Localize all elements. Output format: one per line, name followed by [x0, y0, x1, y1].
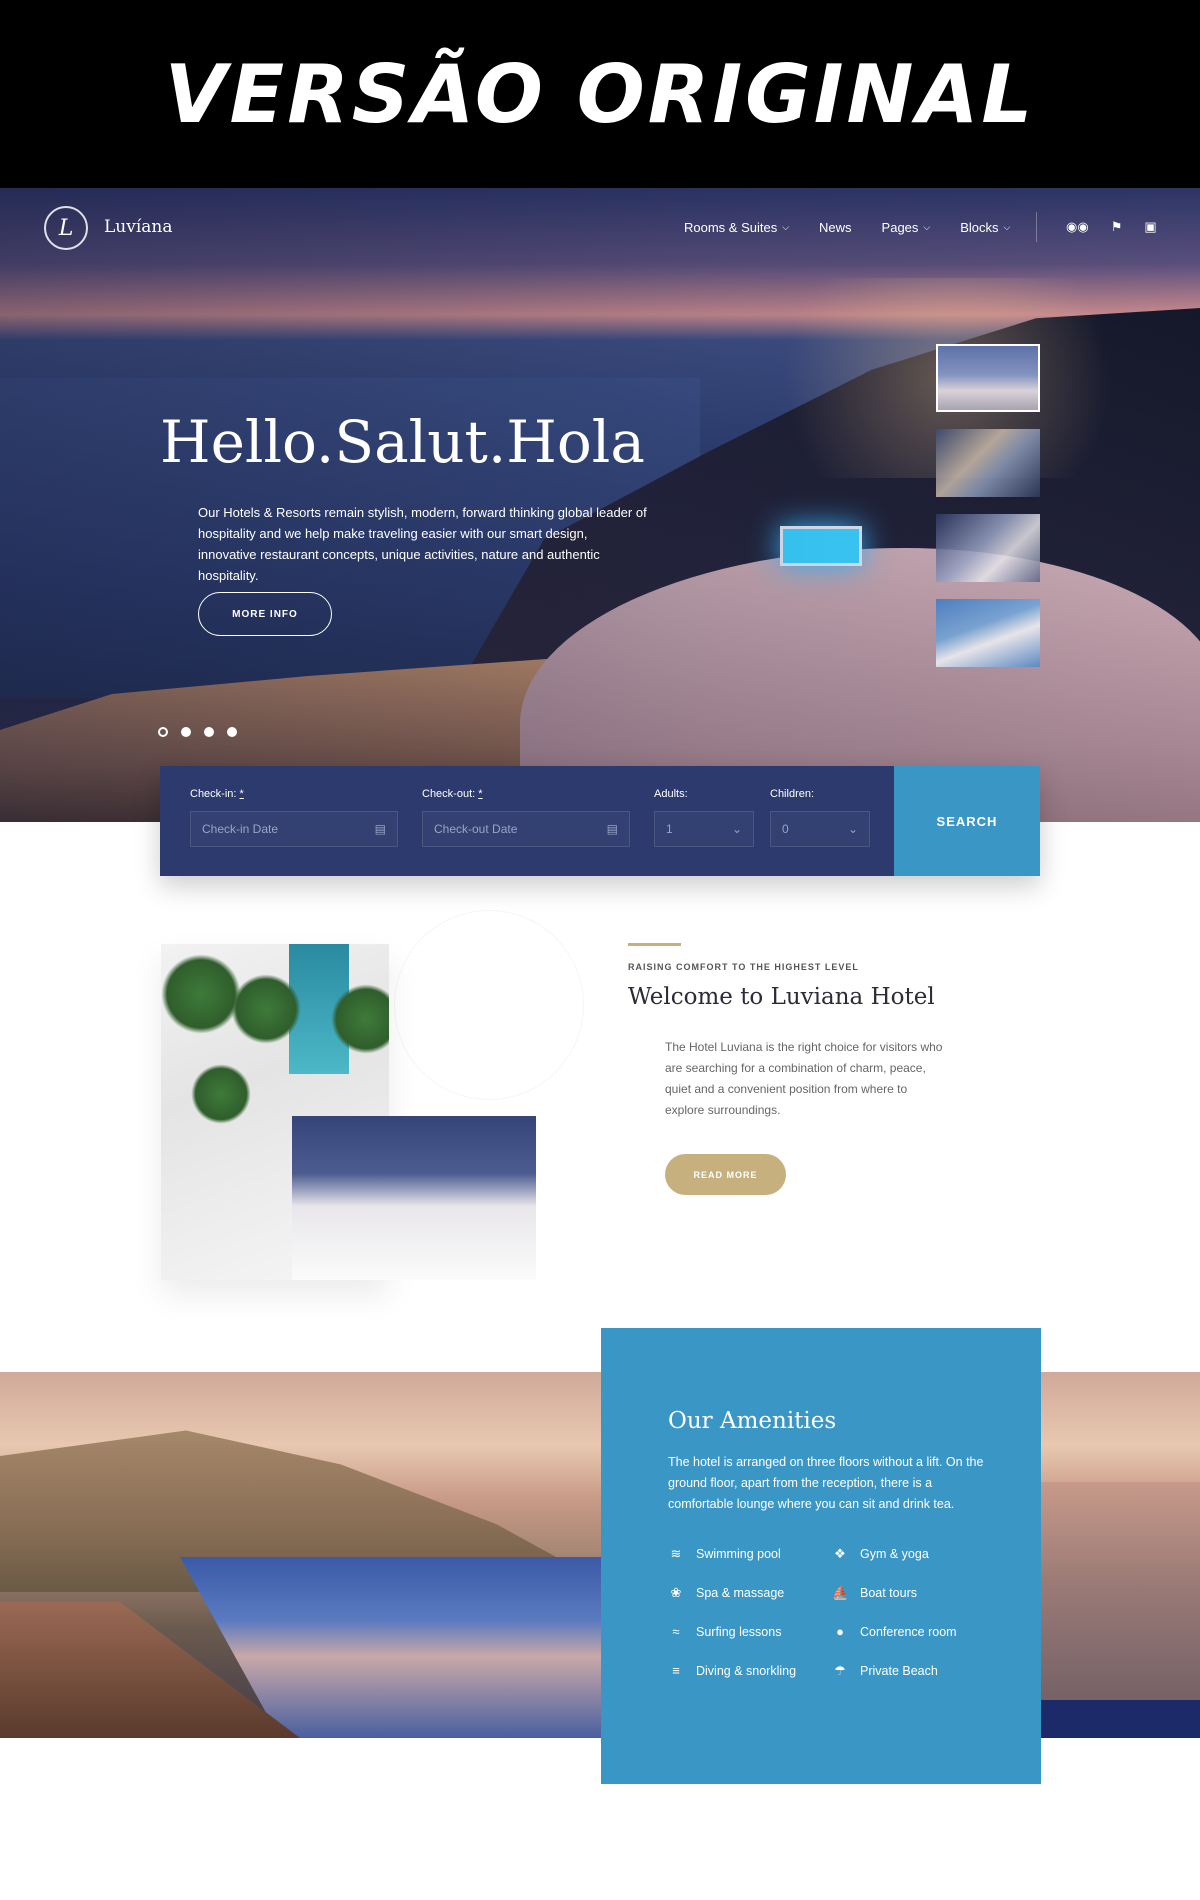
- slider-dot-1[interactable]: [158, 727, 168, 737]
- children-label: Children:: [770, 788, 815, 800]
- checkout-input[interactable]: Check-out Date ▤: [422, 811, 630, 847]
- chevron-down-icon: ⌄: [847, 822, 858, 836]
- welcome-text: The Hotel Luviana is the right choice fo…: [665, 1040, 943, 1117]
- chevron-down-icon: ⌵: [923, 222, 931, 232]
- welcome-title: Welcome to Luviana Hotel: [628, 984, 935, 1010]
- checkin-field: Check-in: * Check-in Date ▤: [190, 788, 398, 847]
- instagram-icon[interactable]: ▣: [1144, 219, 1156, 235]
- umbrella-icon: ☂: [834, 1662, 846, 1678]
- slider-dot-2[interactable]: [181, 727, 191, 737]
- nav-item-label: Pages: [881, 220, 919, 235]
- more-info-button[interactable]: MORE INFO: [198, 592, 332, 636]
- amenity-item: ❀ Spa & massage: [668, 1584, 832, 1601]
- chevron-down-icon: ⌵: [1003, 222, 1011, 232]
- amenities-title: Our Amenities: [668, 1408, 837, 1434]
- foursquare-icon[interactable]: ⚑: [1111, 219, 1123, 235]
- nav-item-news[interactable]: News: [819, 220, 852, 235]
- dumbbell-icon: ❖: [834, 1545, 846, 1561]
- read-more-button[interactable]: READ MORE: [665, 1154, 786, 1195]
- watermark-emblem: [394, 910, 584, 1100]
- microphone-icon: ●: [836, 1624, 844, 1639]
- nav-menu: Rooms & Suites ⌵ News Pages ⌵ Blocks ⌵: [684, 220, 1010, 235]
- booking-form: Check-in: * Check-in Date ▤ Check-out: *…: [160, 766, 1040, 876]
- checkout-label: Check-out: *: [422, 788, 483, 800]
- amenity-label: Swimming pool: [696, 1546, 781, 1561]
- pool-icon: ≋: [670, 1545, 682, 1561]
- amenity-item: ≋ Swimming pool: [668, 1545, 832, 1562]
- slider-thumbnail-4[interactable]: [936, 599, 1040, 667]
- hero-title: Hello.Salut.Hola: [160, 408, 645, 476]
- nav-divider: [1036, 212, 1037, 242]
- amenity-item: ❖ Gym & yoga: [832, 1545, 996, 1562]
- amenity-item: ⛵ Boat tours: [832, 1584, 996, 1601]
- search-button[interactable]: SEARCH: [894, 766, 1040, 876]
- nav-item-label: Blocks: [960, 220, 999, 235]
- amenity-label: Surfing lessons: [696, 1624, 782, 1639]
- nav-item-rooms-suites[interactable]: Rooms & Suites ⌵: [684, 220, 789, 235]
- calendar-icon: ▤: [606, 822, 618, 836]
- hero-description: Our Hotels & Resorts remain stylish, mod…: [198, 505, 647, 583]
- children-field: Children: 0 ⌄: [770, 788, 870, 847]
- logo-name[interactable]: Luvíana: [104, 217, 173, 237]
- lotus-icon: ❀: [670, 1584, 682, 1600]
- chevron-down-icon: ⌄: [731, 822, 742, 836]
- slider-dot-4[interactable]: [227, 727, 237, 737]
- slider-thumbnails: [936, 344, 1040, 667]
- adults-value: 1: [666, 822, 673, 836]
- welcome-eyebrow: RAISING COMFORT TO THE HIGHEST LEVEL: [628, 962, 859, 972]
- checkin-label: Check-in: *: [190, 788, 244, 800]
- calendar-icon: ▤: [374, 822, 386, 836]
- banner-title: VERSÃO ORIGINAL: [164, 47, 1036, 141]
- surf-icon: ≈: [672, 1624, 680, 1639]
- top-banner: VERSÃO ORIGINAL: [0, 0, 1200, 188]
- chevron-down-icon: ⌵: [782, 222, 790, 232]
- amenity-label: Spa & massage: [696, 1585, 785, 1600]
- nav-item-label: News: [819, 220, 852, 235]
- nav-item-pages[interactable]: Pages ⌵: [882, 220, 931, 235]
- checkin-placeholder: Check-in Date: [202, 822, 279, 836]
- amenity-item: ● Conference room: [832, 1623, 996, 1640]
- amenity-item: ≡ Diving & snorkling: [668, 1662, 832, 1679]
- adults-select[interactable]: 1 ⌄: [654, 811, 754, 847]
- adults-label: Adults:: [654, 788, 688, 800]
- amenity-item: ☂ Private Beach: [832, 1662, 996, 1679]
- waves-icon: ≡: [672, 1663, 680, 1678]
- amenity-label: Diving & snorkling: [696, 1663, 797, 1678]
- social-links: ◉◉ ⚑ ▣: [1066, 219, 1157, 235]
- amenity-item: ≈ Surfing lessons: [668, 1623, 832, 1640]
- palm-shape: [161, 954, 241, 1034]
- nav-item-blocks[interactable]: Blocks ⌵: [960, 220, 1010, 235]
- hero-section: L Luvíana Rooms & Suites ⌵ News Pages ⌵ …: [0, 188, 1200, 822]
- amenity-label: Boat tours: [860, 1585, 917, 1600]
- boat-icon: ⛵: [832, 1584, 849, 1600]
- amenities-list: ≋ Swimming pool ❖ Gym & yoga ❀ Spa & massag…: [668, 1545, 1041, 1679]
- palm-shape: [191, 1064, 251, 1124]
- amenities-pool-edge: [1040, 1700, 1200, 1738]
- adults-field: Adults: 1 ⌄: [654, 788, 754, 847]
- nav-item-label: Rooms & Suites: [684, 220, 778, 235]
- welcome-image-terrace: [292, 1116, 536, 1280]
- slider-dot-3[interactable]: [204, 727, 214, 737]
- checkin-input[interactable]: Check-in Date ▤: [190, 811, 398, 847]
- slider-thumbnail-2[interactable]: [936, 429, 1040, 497]
- amenity-label: Gym & yoga: [860, 1546, 929, 1561]
- slider-thumbnail-3[interactable]: [936, 514, 1040, 582]
- accent-line: [628, 943, 681, 946]
- amenity-label: Conference room: [860, 1624, 957, 1639]
- palm-shape: [231, 974, 301, 1044]
- slider-thumbnail-1[interactable]: [936, 344, 1040, 412]
- checkout-placeholder: Check-out Date: [434, 822, 518, 836]
- children-select[interactable]: 0 ⌄: [770, 811, 870, 847]
- amenities-panel: Our Amenities The hotel is arranged on t…: [601, 1328, 1041, 1784]
- tripadvisor-icon[interactable]: ◉◉: [1066, 219, 1089, 235]
- children-value: 0: [782, 822, 789, 836]
- amenity-label: Private Beach: [860, 1663, 938, 1678]
- booking-fields: Check-in: * Check-in Date ▤ Check-out: *…: [160, 766, 894, 876]
- logo-letter: L: [58, 215, 74, 241]
- amenities-text: The hotel is arranged on three floors wi…: [668, 1455, 984, 1511]
- checkout-field: Check-out: * Check-out Date ▤: [422, 788, 630, 847]
- logo-icon[interactable]: L: [44, 206, 88, 250]
- slider-dots: [158, 727, 237, 737]
- main-navigation: L Luvíana Rooms & Suites ⌵ News Pages ⌵ …: [0, 188, 1200, 268]
